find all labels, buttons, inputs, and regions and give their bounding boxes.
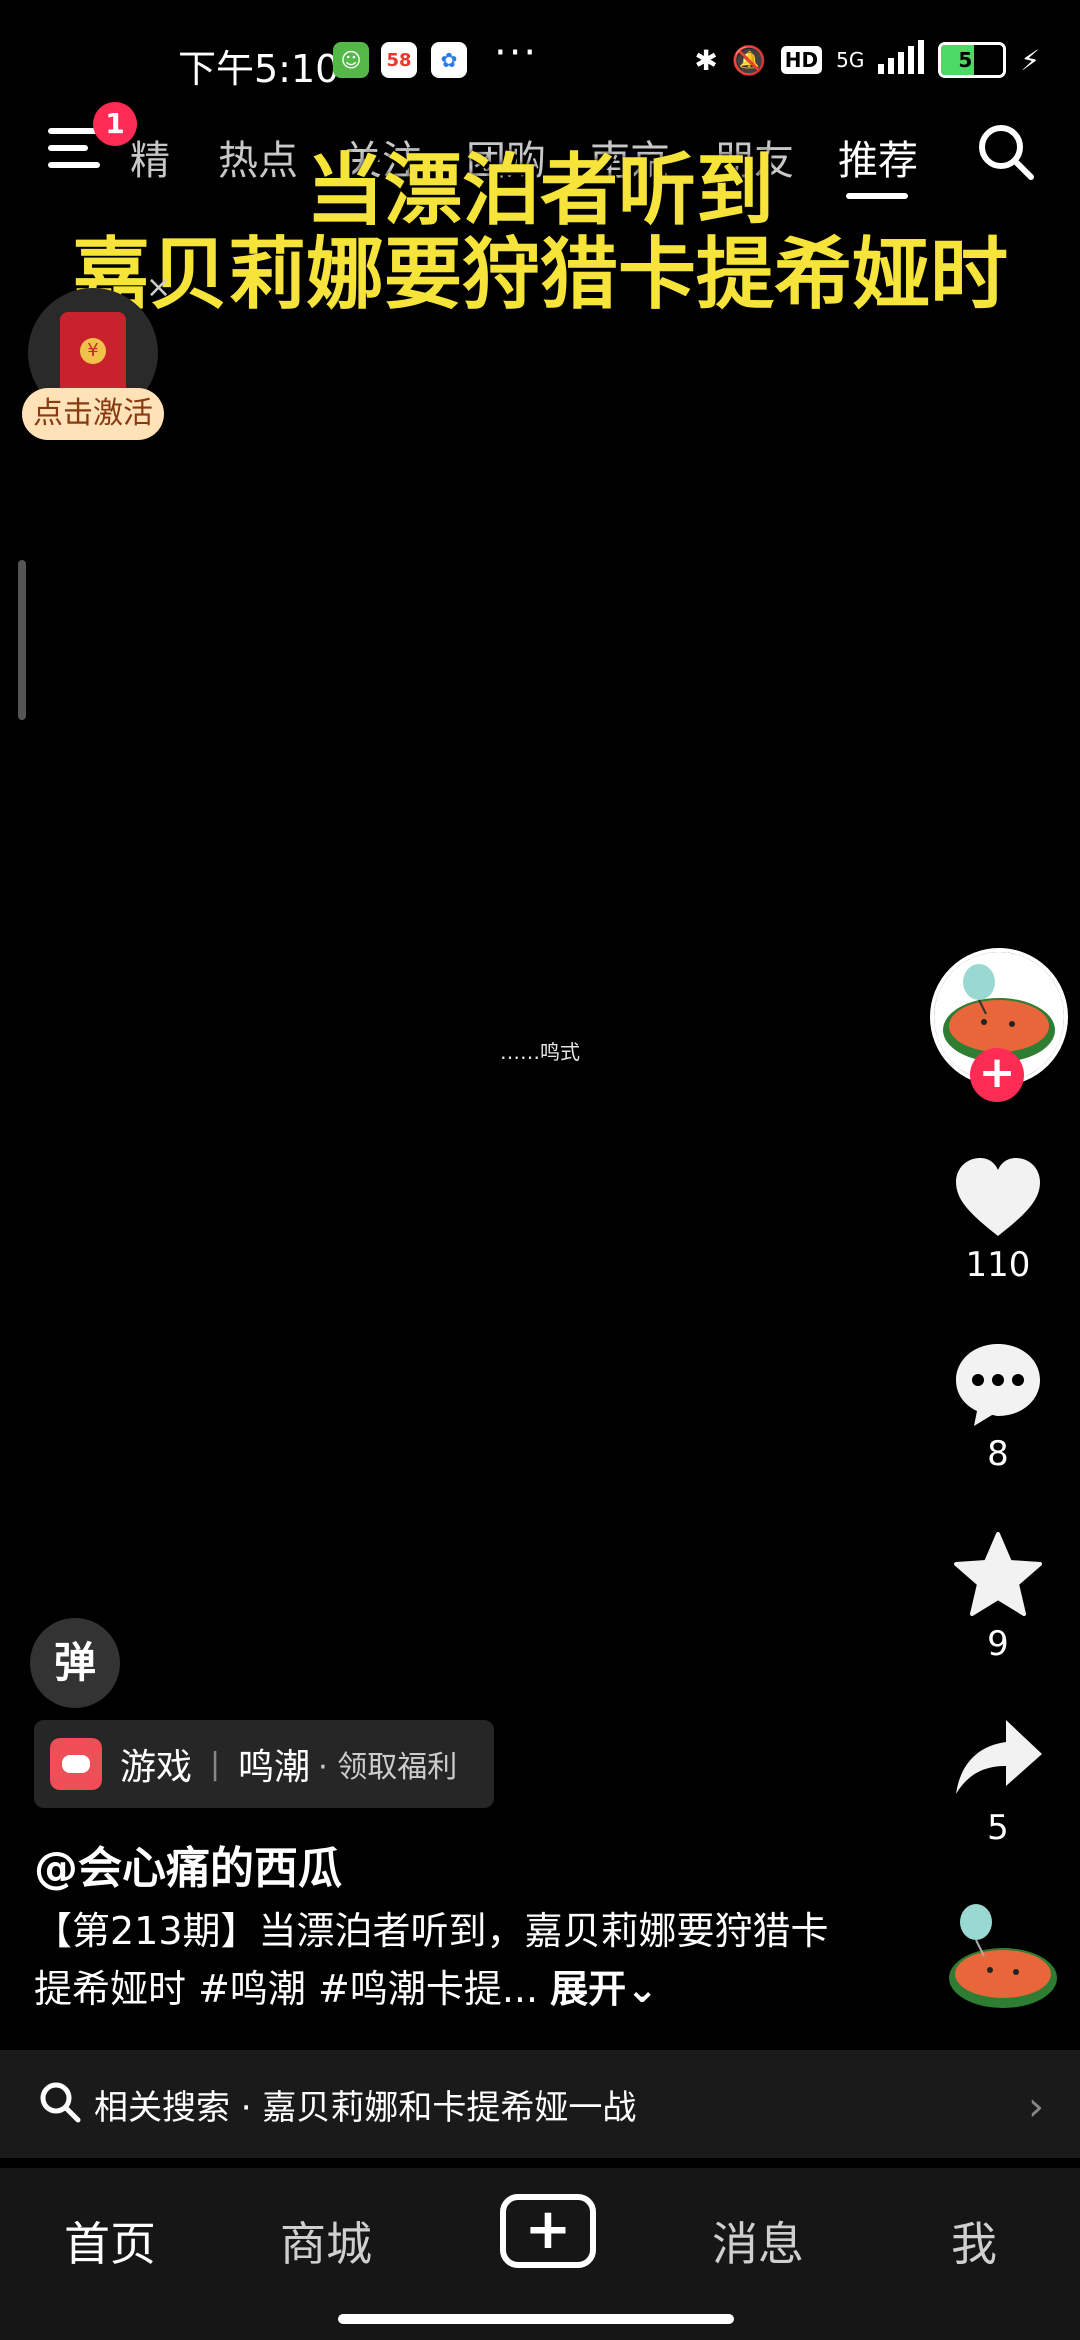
network-label: 5G [836, 48, 865, 72]
game-name: 鸣潮 [238, 1747, 311, 1788]
video-description-text: 【第213期】当漂泊者听到，嘉贝莉娜要狩猎卡提希娅时 #鸣潮 #鸣潮卡提... [34, 1909, 829, 2011]
red-envelope-icon: ¥ [60, 312, 126, 398]
charging-icon: ⚡ [1020, 43, 1040, 77]
side-scroll-indicator [18, 560, 26, 720]
home-indicator[interactable] [338, 2314, 734, 2324]
status-time: 下午5:10 [178, 47, 340, 91]
game-cta: · 领取福利 [318, 1750, 458, 1785]
game-separator: | [210, 1746, 221, 1782]
follow-button[interactable]: + [970, 1048, 1024, 1102]
58-icon: 58 [381, 42, 417, 78]
game-anchor-bar[interactable]: 游戏 | 鸣潮 · 领取福利 [34, 1720, 494, 1808]
expand-button[interactable]: 展开⌄ [550, 1967, 658, 2011]
more-notifications-icon: ··· [494, 30, 539, 76]
nav-messages[interactable]: 消息 [658, 2208, 858, 2274]
like-heart-icon[interactable] [950, 1150, 1046, 1246]
nav-home[interactable]: 首页 [10, 2208, 210, 2274]
mute-icon: 🔕 [731, 43, 767, 77]
game-tag-label: 游戏 [120, 1747, 193, 1788]
comment-icon[interactable] [950, 1336, 1046, 1432]
video-title-line2: 嘉贝莉娜要狩猎卡提希娅时 [71, 230, 1008, 320]
share-icon[interactable] [950, 1712, 1046, 1808]
video-center-caption: ……鸣式 [500, 1040, 580, 1064]
wechat-icon: ☺ [333, 42, 369, 78]
chevron-right-icon: › [1028, 2084, 1044, 2130]
hd-badge: HD [780, 46, 823, 74]
comment-count: 8 [987, 1434, 1009, 1474]
like-count: 110 [965, 1245, 1031, 1285]
nav-mall[interactable]: 商城 [226, 2208, 426, 2274]
baidu-icon: ✿ [431, 42, 467, 78]
bluetooth-icon: ✱ [694, 43, 718, 77]
red-packet-close-icon[interactable]: × [146, 270, 171, 305]
status-bar: 下午5:10 ☺ 58 ✿ ··· ✱ 🔕 HD 5G 52 ⚡ [0, 0, 1080, 120]
music-disc-icon[interactable] [946, 1900, 1060, 2014]
favorite-star-icon[interactable] [950, 1528, 1046, 1624]
favorite-count: 9 [987, 1624, 1009, 1664]
nav-me[interactable]: 我 [874, 2208, 1074, 2274]
red-packet-activate-label[interactable]: 点击激活 [22, 388, 164, 440]
create-plus-button[interactable]: + [500, 2194, 596, 2268]
signal-icon [878, 39, 925, 81]
gamepad-icon [50, 1738, 102, 1790]
search-small-icon [38, 2080, 82, 2128]
chevron-down-icon: ⌄ [626, 1967, 659, 2011]
share-count: 5 [987, 1808, 1009, 1848]
author-name[interactable]: @会心痛的西瓜 [34, 1832, 342, 1896]
battery-icon: 52 [938, 42, 1007, 78]
video-description: 【第213期】当漂泊者听到，嘉贝莉娜要狩猎卡提希娅时 #鸣潮 #鸣潮卡提... … [34, 1902, 834, 2018]
related-search-text: 相关搜索 · 嘉贝莉娜和卡提希娅一战 [94, 2087, 637, 2128]
danmu-toggle-button[interactable]: 弹 [30, 1618, 120, 1708]
status-right: ✱ 🔕 HD 5G 52 ⚡ [694, 39, 1040, 81]
related-search-bar[interactable]: 相关搜索 · 嘉贝莉娜和卡提希娅一战 › [0, 2050, 1080, 2158]
